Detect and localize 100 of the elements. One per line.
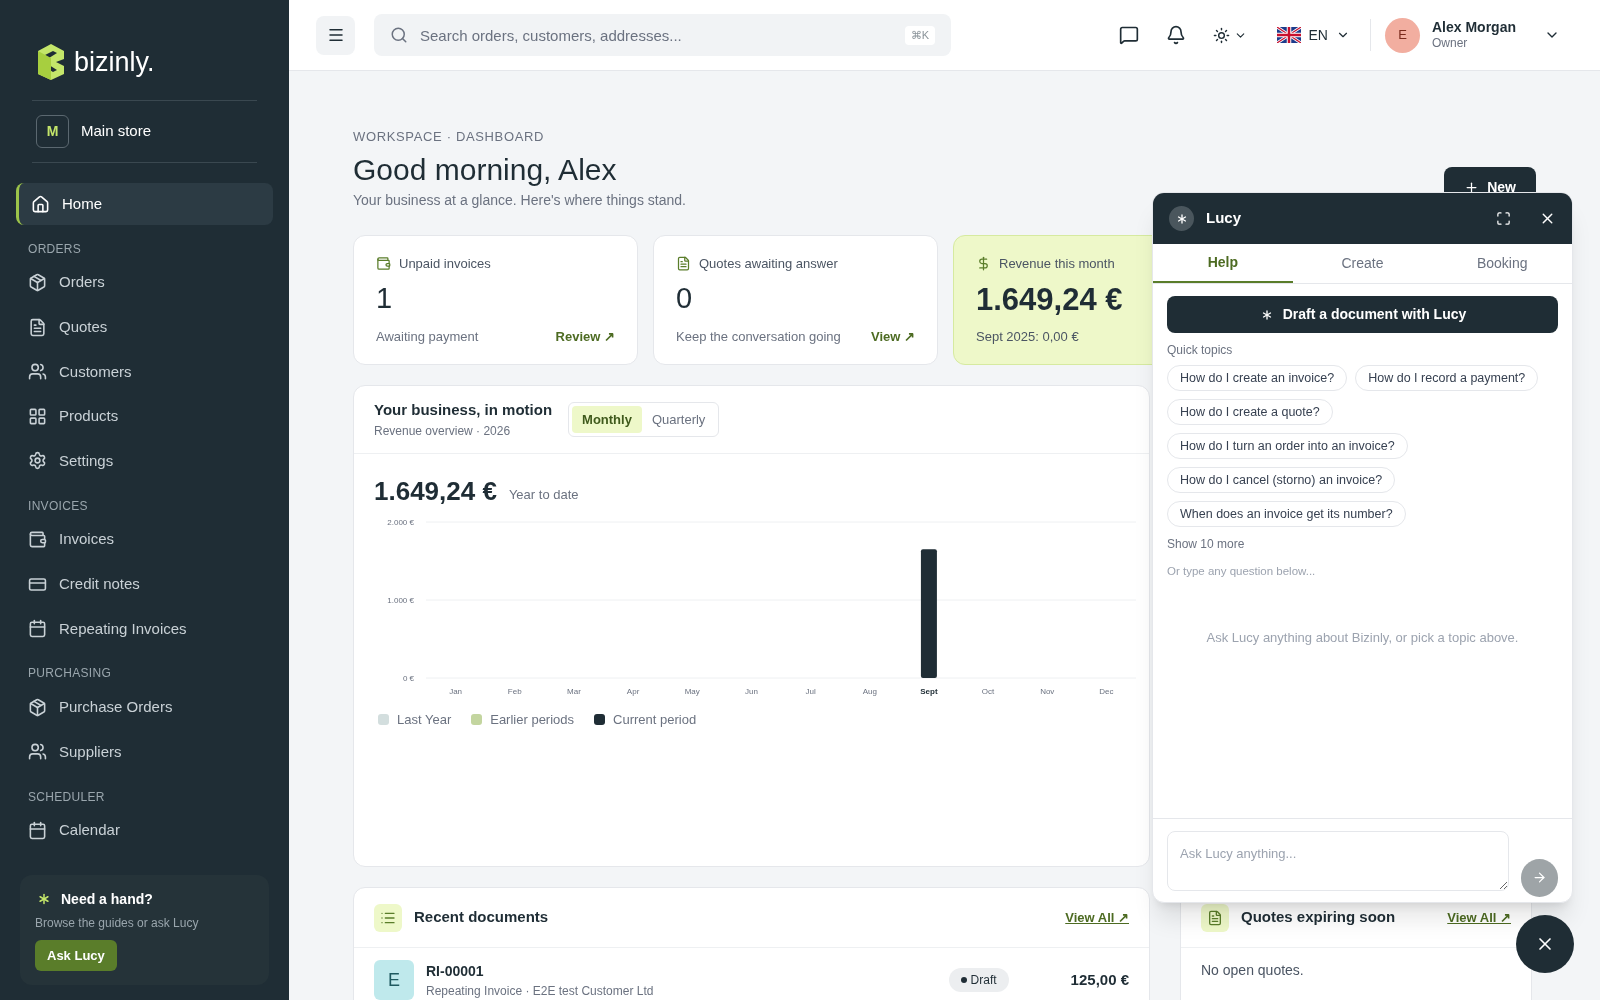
document-avatar: E xyxy=(374,960,414,1000)
card-title: Recent documents xyxy=(414,907,549,928)
axis-label: Jan xyxy=(449,687,463,696)
close-chat-button[interactable] xyxy=(1516,915,1574,973)
store-switcher[interactable]: M Main store xyxy=(36,115,253,148)
section-label: PURCHASING xyxy=(27,665,112,683)
nav-item[interactable]: Purchase Orders xyxy=(16,686,273,729)
greeting-title: Good morning, Alex xyxy=(353,151,618,188)
document-row[interactable]: E RI-00001 Repeating Invoice · E2E test Customer Ltd Draft 125,00 € xyxy=(354,948,1149,1000)
section-label: ORDERS xyxy=(27,240,83,258)
stat-label: Unpaid invoices xyxy=(399,255,491,273)
breadcrumb: WORKSPACE · DASHBOARD xyxy=(353,128,546,146)
stat-label: Revenue this month xyxy=(999,255,1115,273)
stat-value: 0 xyxy=(676,283,694,313)
stat-link[interactable]: Review ↗ xyxy=(555,326,615,346)
nav-item[interactable]: Invoices xyxy=(16,518,273,561)
axis-label: Mar xyxy=(567,687,581,696)
nav-item[interactable]: Quotes xyxy=(16,306,273,349)
nav-item[interactable]: Calendar xyxy=(16,809,273,852)
toggle-option[interactable]: Monthly xyxy=(572,405,642,434)
total-value: 1.649,24 € xyxy=(374,478,497,504)
nav-item[interactable]: Repeating Invoices xyxy=(16,607,273,650)
legend-label: Earlier periods xyxy=(490,711,575,729)
shortcut-key: ⌘K xyxy=(904,26,935,45)
dollar-icon xyxy=(976,256,991,272)
stat-label: Quotes awaiting answer xyxy=(699,255,838,273)
nav-item[interactable]: Suppliers xyxy=(16,730,273,773)
ask-lucy-button[interactable]: Ask Lucy xyxy=(35,939,117,971)
stat-value: 1 xyxy=(376,283,394,313)
calendar-icon xyxy=(28,821,47,841)
axis-label: Jul xyxy=(805,687,816,696)
calendar-icon xyxy=(28,619,47,639)
store-name: Main store xyxy=(81,121,152,142)
axis-label: Sept xyxy=(920,687,938,696)
section-label: SCHEDULER xyxy=(27,788,106,806)
document-detail: Repeating Invoice · E2E test Customer Ltd xyxy=(426,982,654,1000)
nav-item[interactable]: Home xyxy=(16,183,273,225)
axis-label: May xyxy=(684,687,700,696)
panel-tab[interactable]: Create xyxy=(1292,244,1433,283)
flag-icon xyxy=(1276,27,1301,43)
nav-item[interactable]: Orders xyxy=(16,261,273,304)
user-role: Owner xyxy=(1432,36,1469,52)
notification-icon[interactable] xyxy=(1165,25,1186,45)
nav-item[interactable]: Customers xyxy=(16,350,273,393)
axis-label: Jun xyxy=(744,687,758,696)
sun-icon xyxy=(1212,26,1230,44)
empty-message: No open quotes. xyxy=(1200,961,1305,980)
document-amount: 125,00 € xyxy=(1070,969,1129,990)
settings-icon xyxy=(28,451,47,471)
panel-tab[interactable]: Help xyxy=(1153,244,1293,283)
axis-label: Feb xyxy=(507,687,522,696)
message-field[interactable]: Ask Lucy anything... xyxy=(1167,830,1509,891)
document-number: RI-00001 xyxy=(426,961,485,981)
home-icon xyxy=(31,194,50,214)
legend-label: Last Year xyxy=(397,711,452,729)
brand-name: bizinly. xyxy=(74,45,155,79)
section-label: INVOICES xyxy=(27,497,89,515)
user-name: Alex Morgan xyxy=(1432,18,1516,37)
store-avatar: M xyxy=(36,115,69,148)
view-all-link[interactable]: View All ↗ xyxy=(1447,907,1511,928)
card-title: Quotes expiring soon xyxy=(1241,907,1396,928)
user-avatar: E xyxy=(1385,17,1420,53)
user-menu[interactable]: E Alex Morgan Owner xyxy=(1385,17,1560,53)
toggle-option[interactable]: Quarterly xyxy=(641,405,716,434)
axis-label: Nov xyxy=(1040,687,1055,696)
draft-button[interactable]: Draft a document with Lucy xyxy=(1167,296,1558,333)
language-selector[interactable]: EN xyxy=(1276,24,1350,46)
users-icon xyxy=(28,742,47,762)
menu-button[interactable] xyxy=(316,15,355,55)
nav-item[interactable]: Credit notes xyxy=(16,563,273,606)
stat-note: Awaiting payment xyxy=(376,327,479,346)
wallet-icon xyxy=(28,530,47,550)
stat-link[interactable]: View ↗ xyxy=(871,326,915,346)
document-icon xyxy=(676,256,691,272)
expand-icon[interactable] xyxy=(1496,211,1511,226)
legend-label: Current period xyxy=(613,711,697,729)
hint-text: Or type any question below... xyxy=(1167,564,1317,579)
status-badge: Draft xyxy=(948,968,1009,992)
wallet-icon xyxy=(376,256,391,272)
nav-item[interactable]: Settings xyxy=(16,439,273,482)
grid-icon xyxy=(28,406,47,426)
arrow-icon xyxy=(1531,870,1547,885)
help-text: Browse the guides or ask Lucy xyxy=(35,914,200,932)
box-icon xyxy=(28,273,47,293)
search-icon xyxy=(390,26,408,44)
axis-label: 1.000 € xyxy=(387,596,414,605)
axis-label: 0 € xyxy=(402,674,414,683)
stat-value: 1.649,24 € xyxy=(976,283,1124,315)
menu-icon xyxy=(326,26,345,44)
card-subtitle: Revenue overview · 2026 xyxy=(374,422,512,440)
card-title: Your business, in motion xyxy=(374,400,553,421)
show-more-link[interactable]: Show 10 more xyxy=(1167,535,1558,553)
theme-toggle[interactable] xyxy=(1212,26,1247,44)
nav-item[interactable]: Products xyxy=(16,395,273,438)
view-all-link[interactable]: View All ↗ xyxy=(1065,907,1129,928)
chat-icon[interactable] xyxy=(1118,25,1139,45)
total-label: Year to date xyxy=(508,485,579,504)
axis-label: Dec xyxy=(1099,687,1114,696)
users-icon xyxy=(28,362,47,382)
panel-tab[interactable]: Booking xyxy=(1432,244,1572,283)
